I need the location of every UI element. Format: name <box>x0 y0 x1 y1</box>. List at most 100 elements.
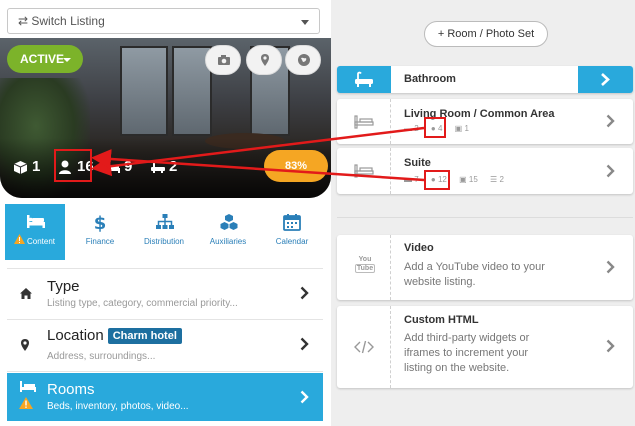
camera-button[interactable] <box>205 45 241 75</box>
meta-beds: ▬ 7 <box>404 175 419 184</box>
tab-calendar-label: Calendar <box>275 237 309 246</box>
bed-icon <box>354 164 374 178</box>
chevron-right-icon <box>606 339 615 353</box>
sitemap-icon <box>156 214 174 229</box>
tab-auxiliaries-label: Auxiliaries <box>209 237 247 246</box>
youtube-icon-text-bottom: Tube <box>354 264 376 273</box>
meta-beds: ▬ 2 <box>404 124 419 133</box>
section-type[interactable]: Type Listing type, category, commercial … <box>7 268 323 320</box>
map-pin-icon <box>21 339 29 351</box>
tab-content[interactable]: Content <box>5 204 65 260</box>
completion-badge: 83% <box>264 150 328 182</box>
meta-list-value: 2 <box>499 175 504 184</box>
caret-down-icon <box>301 20 309 25</box>
section-rooms-subtitle: Beds, inventory, photos, video... <box>47 401 189 412</box>
chevron-right-icon <box>300 390 309 404</box>
meta-list: ☰ 2 <box>490 175 504 184</box>
section-location[interactable]: Location Charm hotel Address, surrounding… <box>7 320 323 372</box>
extra-card-description: Add a YouTube video to your website list… <box>404 261 545 288</box>
section-tabs: Content $ Finance Distribution Auxiliari… <box>0 204 331 260</box>
bathtub-icon <box>355 71 373 87</box>
bed-icon <box>106 162 120 173</box>
tab-finance-label: Finance <box>85 237 115 246</box>
tab-distribution-label: Distribution <box>143 237 184 246</box>
category-badge: Charm hotel <box>107 328 182 344</box>
section-rooms-title: Rooms <box>47 381 95 398</box>
bed-icon <box>27 215 45 228</box>
tab-distribution[interactable]: Distribution <box>134 204 194 260</box>
youtube-icon-text-top: You <box>358 256 372 263</box>
section-location-title: Location Charm hotel <box>47 327 182 344</box>
section-location-subtitle: Address, surroundings... <box>47 351 156 362</box>
meta-photos-value: 1 <box>464 124 469 133</box>
map-pin-button[interactable] <box>246 45 282 75</box>
room-card-title: Bathroom <box>404 73 456 85</box>
globe-icon <box>298 54 310 66</box>
left-panel: ⇄ Switch Listing ACTIVE 1 16 9 2 83% Con… <box>0 0 331 426</box>
room-card-title: Suite <box>404 157 431 169</box>
caret-down-icon <box>63 58 71 62</box>
extra-card-title: Custom HTML <box>404 314 479 326</box>
room-card-suite[interactable]: Suite ▬ 7 ● 12 ▣ 15 ☰ 2 <box>337 148 633 194</box>
tab-finance[interactable]: $ Finance <box>70 204 130 260</box>
warning-icon <box>19 397 33 409</box>
extra-card-video[interactable]: You Tube Video Add a YouTube video to yo… <box>337 235 633 300</box>
room-card-living-room[interactable]: Living Room / Common Area ▬ 2 ● 4 ▣ 1 <box>337 99 633 144</box>
chevron-right-icon <box>300 286 309 300</box>
code-icon <box>354 340 374 354</box>
annotation-highlight <box>54 149 92 182</box>
section-location-title-text: Location <box>47 327 104 344</box>
chevron-right-icon <box>300 337 309 351</box>
cubes-icon <box>220 214 238 230</box>
room-card-bathroom[interactable]: Bathroom <box>337 66 633 93</box>
chevron-right-icon <box>606 260 615 274</box>
extra-card-side <box>337 306 391 388</box>
annotation-highlight <box>424 117 446 138</box>
bathtub-icon <box>151 162 165 173</box>
room-card-open-button[interactable] <box>578 66 633 93</box>
bed-icon <box>20 381 36 392</box>
meta-photos-value: 15 <box>468 175 478 184</box>
cube-icon <box>13 161 28 174</box>
section-type-title: Type <box>47 278 80 295</box>
svg-text:$: $ <box>94 213 107 233</box>
stat-baths-value: 2 <box>169 158 178 175</box>
home-icon <box>20 288 32 299</box>
section-divider <box>337 217 633 218</box>
globe-button[interactable] <box>285 45 321 75</box>
stat-beds-value: 9 <box>124 158 133 175</box>
map-pin-icon <box>261 54 269 66</box>
bed-icon <box>354 115 374 129</box>
window-decor <box>120 46 168 136</box>
meta-photos: ▣ 1 <box>454 124 469 133</box>
meta-photos: ▣ 15 <box>459 175 478 184</box>
chevron-right-icon <box>601 73 610 86</box>
youtube-icon: You Tube <box>354 255 376 273</box>
annotation-highlight <box>424 170 450 190</box>
room-card-side <box>337 148 391 194</box>
switch-listing-label: ⇄ Switch Listing <box>18 14 105 28</box>
section-type-subtitle: Listing type, category, commercial prior… <box>47 298 238 309</box>
switch-listing-dropdown[interactable]: ⇄ Switch Listing <box>7 8 320 34</box>
tab-calendar[interactable]: Calendar <box>262 204 322 260</box>
camera-icon <box>218 55 230 65</box>
section-rooms[interactable]: Rooms Beds, inventory, photos, video... <box>7 373 323 421</box>
status-dropdown[interactable]: ACTIVE <box>7 45 83 73</box>
extra-card-description: Add third-party widgets or iframes to in… <box>404 332 530 374</box>
room-card-side <box>337 99 391 144</box>
status-label: ACTIVE <box>20 52 65 66</box>
extra-card-side: You Tube <box>337 235 391 300</box>
chevron-right-icon <box>606 114 615 128</box>
tab-auxiliaries[interactable]: Auxiliaries <box>198 204 258 260</box>
dollar-icon: $ <box>94 213 107 233</box>
add-room-photo-set-button[interactable]: + Room / Photo Set <box>424 21 548 47</box>
extra-card-custom-html[interactable]: Custom HTML Add third-party widgets or i… <box>337 306 633 388</box>
room-card-meta: ▬ 7 ● 12 ▣ 15 ☰ 2 <box>404 175 514 184</box>
meta-beds-value: 2 <box>414 124 419 133</box>
room-card-side <box>337 66 391 93</box>
calendar-icon <box>283 214 301 231</box>
tab-content-label: Content <box>26 237 56 246</box>
stat-rooms-value: 1 <box>32 158 41 175</box>
meta-beds-value: 7 <box>414 175 419 184</box>
extra-card-title: Video <box>404 242 434 254</box>
